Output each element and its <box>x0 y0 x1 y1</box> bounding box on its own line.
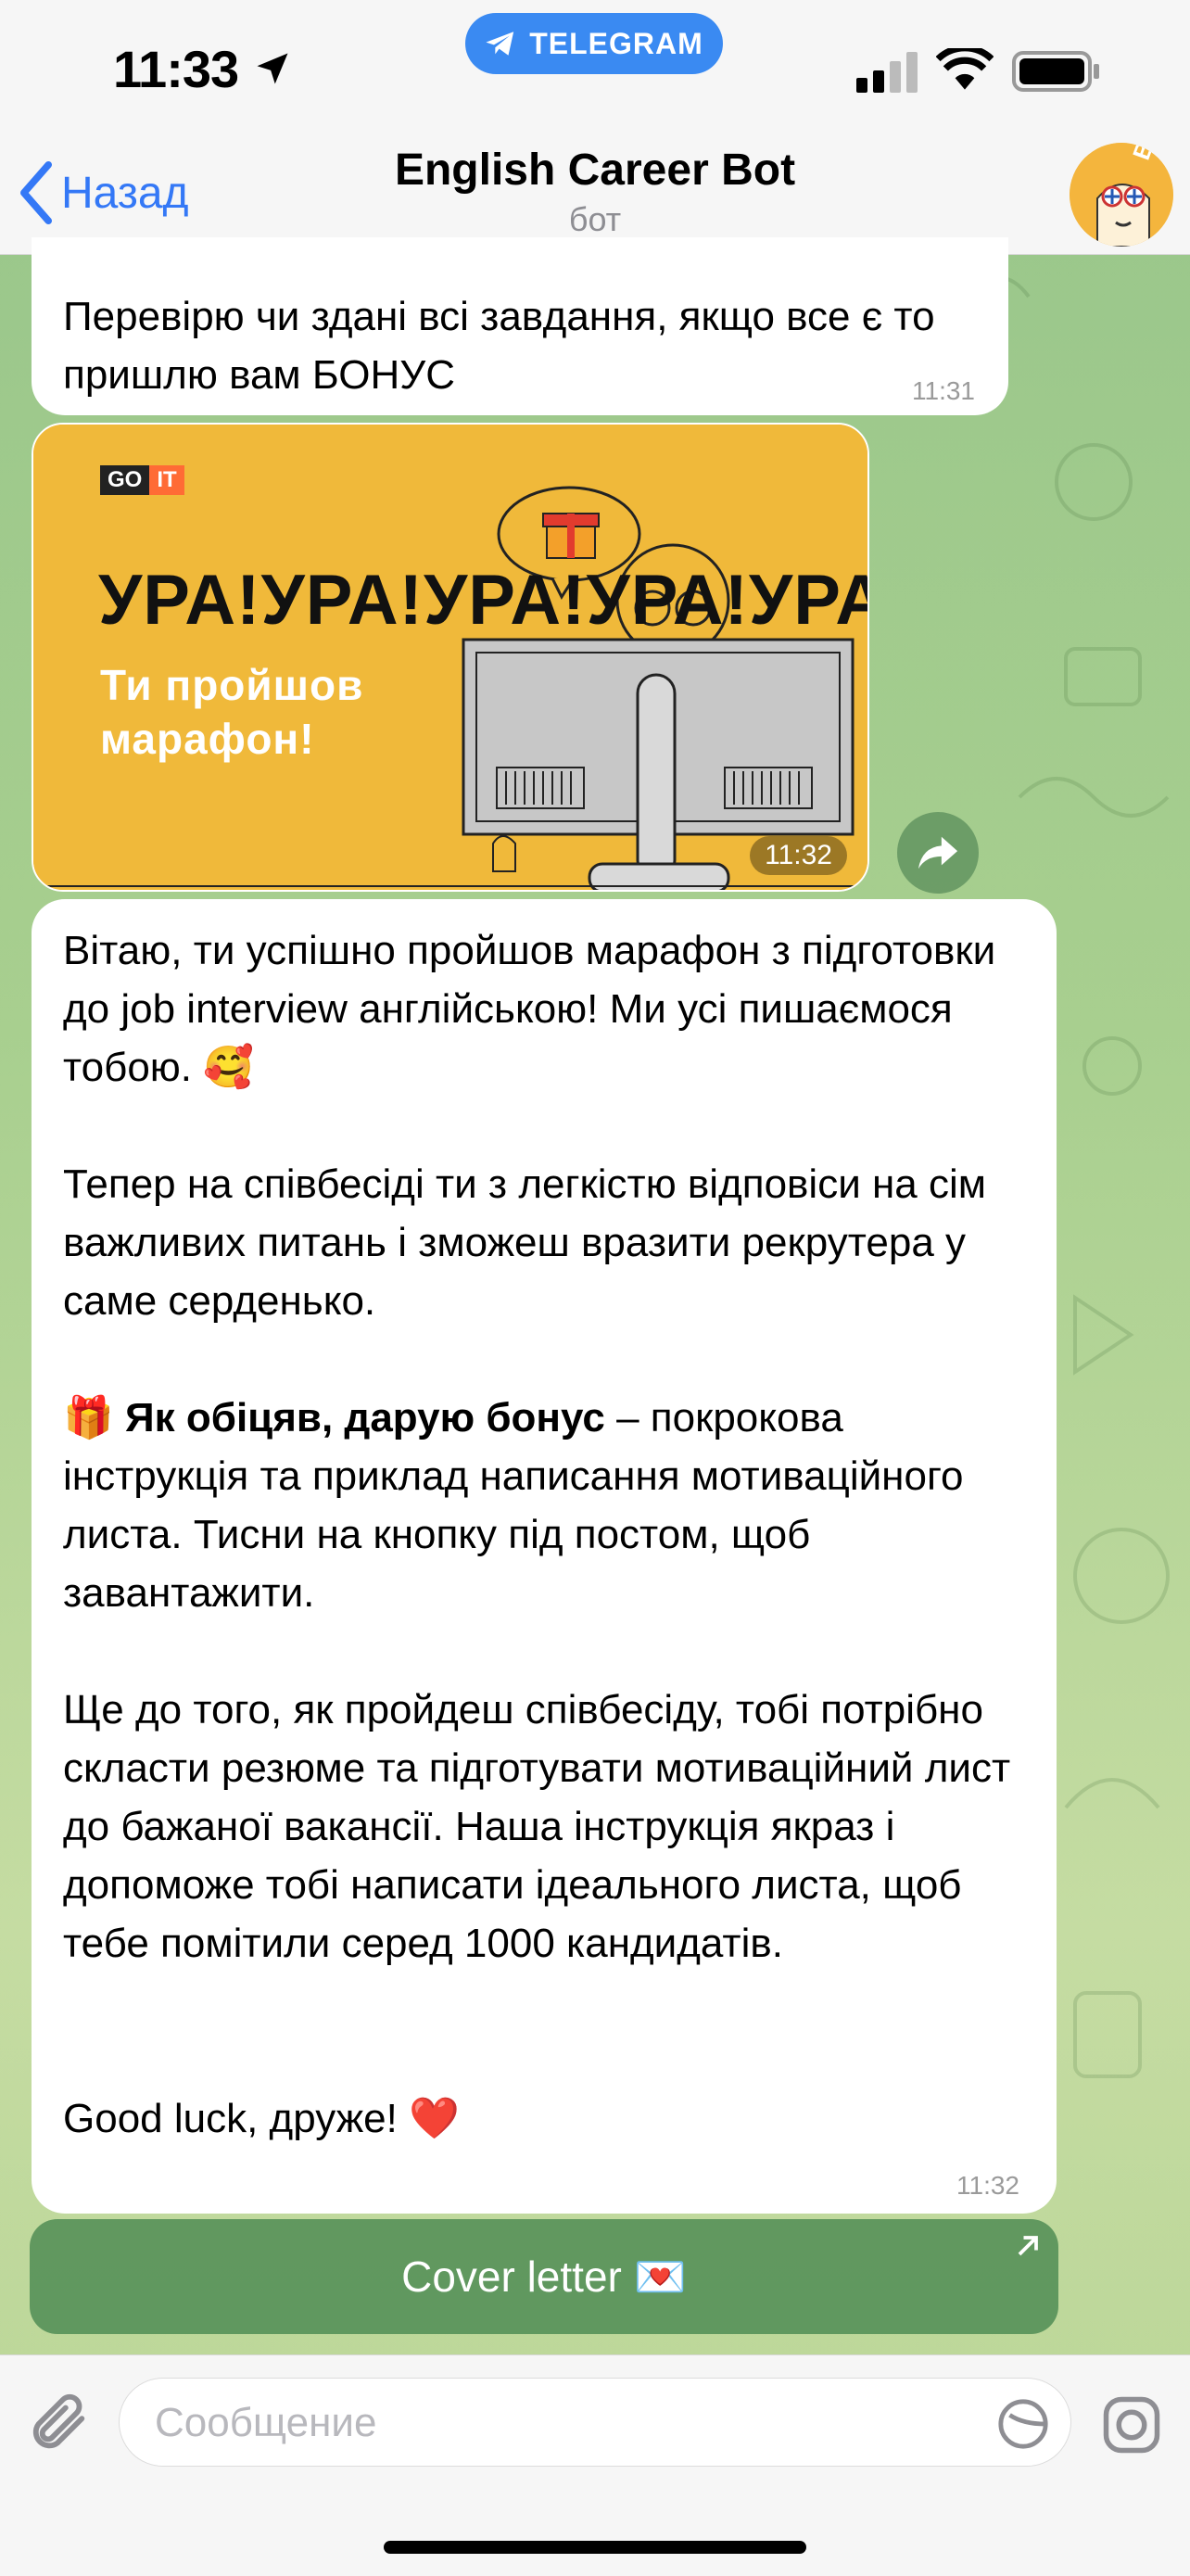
wifi-icon <box>936 48 994 90</box>
share-arrow-icon <box>918 836 958 869</box>
chat-subtitle: бот <box>568 200 622 238</box>
message-field[interactable] <box>119 2378 1071 2468</box>
goit-logo-it: IT <box>149 465 184 495</box>
cover-letter-button[interactable]: Cover letter 💌 <box>30 2219 1058 2334</box>
telegram-plane-icon <box>486 32 514 56</box>
camera-icon[interactable] <box>1101 2394 1162 2455</box>
chat-title[interactable]: English Career Bot <box>0 145 1190 196</box>
bot-face-icon <box>1070 143 1173 247</box>
message-paragraph: 🎁 Як обіцяв, дарую бонус – покрокова інс… <box>63 1389 1025 1622</box>
bot-avatar[interactable]: BOT <box>1070 143 1173 247</box>
forward-button[interactable] <box>897 812 979 894</box>
message-input[interactable] <box>153 2379 972 2468</box>
message-paragraph: Good luck, друже! ❤️ <box>63 2096 460 2141</box>
bonus-bold-text: Як обіцяв, дарую бонус <box>125 1395 605 1440</box>
message-paragraph: Ще до того, як пройдеш співбесіду, тобі … <box>63 1687 1011 1966</box>
external-link-arrow-icon <box>1018 2236 1038 2256</box>
message-paragraph: Тепер на співбесіді ти з легкістю відпов… <box>63 1161 987 1324</box>
goit-logo: GO IT <box>100 465 184 495</box>
paperclip-icon[interactable] <box>28 2389 93 2459</box>
status-time: 11:33 <box>113 40 239 98</box>
message-bubble[interactable]: Вітаю, ти успішно пройшов марафон з підг… <box>32 899 1057 2214</box>
message-time: 11:32 <box>956 2171 1019 2200</box>
cellular-signal-icon <box>856 52 918 93</box>
composer-bar <box>0 2354 1190 2576</box>
message-bubble[interactable]: Перевірю чи здані всі завдання, якщо все… <box>32 237 1008 415</box>
status-bar: 11:33 TELEGRAM <box>0 0 1190 139</box>
battery-icon <box>1012 51 1099 92</box>
home-indicator <box>384 2541 806 2554</box>
marathon-subline: Ти пройшов марафон! <box>100 658 363 766</box>
marathon-subline-2: марафон! <box>100 715 315 763</box>
location-arrow-icon <box>257 53 288 84</box>
message-time: 11:32 <box>750 836 847 875</box>
telegram-pill[interactable]: TELEGRAM <box>465 13 723 74</box>
marathon-headline: УРА!УРА!УРА!УРА!УРА! <box>98 561 869 640</box>
marathon-subline-1: Ти пройшов <box>100 661 364 709</box>
message-text: Перевірю чи здані всі завдання, якщо все… <box>63 294 935 398</box>
telegram-pill-label: TELEGRAM <box>529 26 703 60</box>
goit-logo-go: GO <box>100 465 150 495</box>
message-text: Вітаю, ти успішно пройшов марафон з підг… <box>63 921 1025 2148</box>
gift-emoji: 🎁 <box>63 1395 114 1440</box>
cover-letter-label: Cover letter 💌 <box>401 2252 687 2301</box>
sticker-icon[interactable] <box>996 2397 1050 2451</box>
message-time: 11:31 <box>912 376 975 405</box>
message-paragraph: Вітаю, ти успішно пройшов марафон з підг… <box>63 928 996 1090</box>
marathon-image-message[interactable]: GO IT УРА!УРА!УРА!УРА!УРА! Ти пройшов ма… <box>32 423 869 892</box>
